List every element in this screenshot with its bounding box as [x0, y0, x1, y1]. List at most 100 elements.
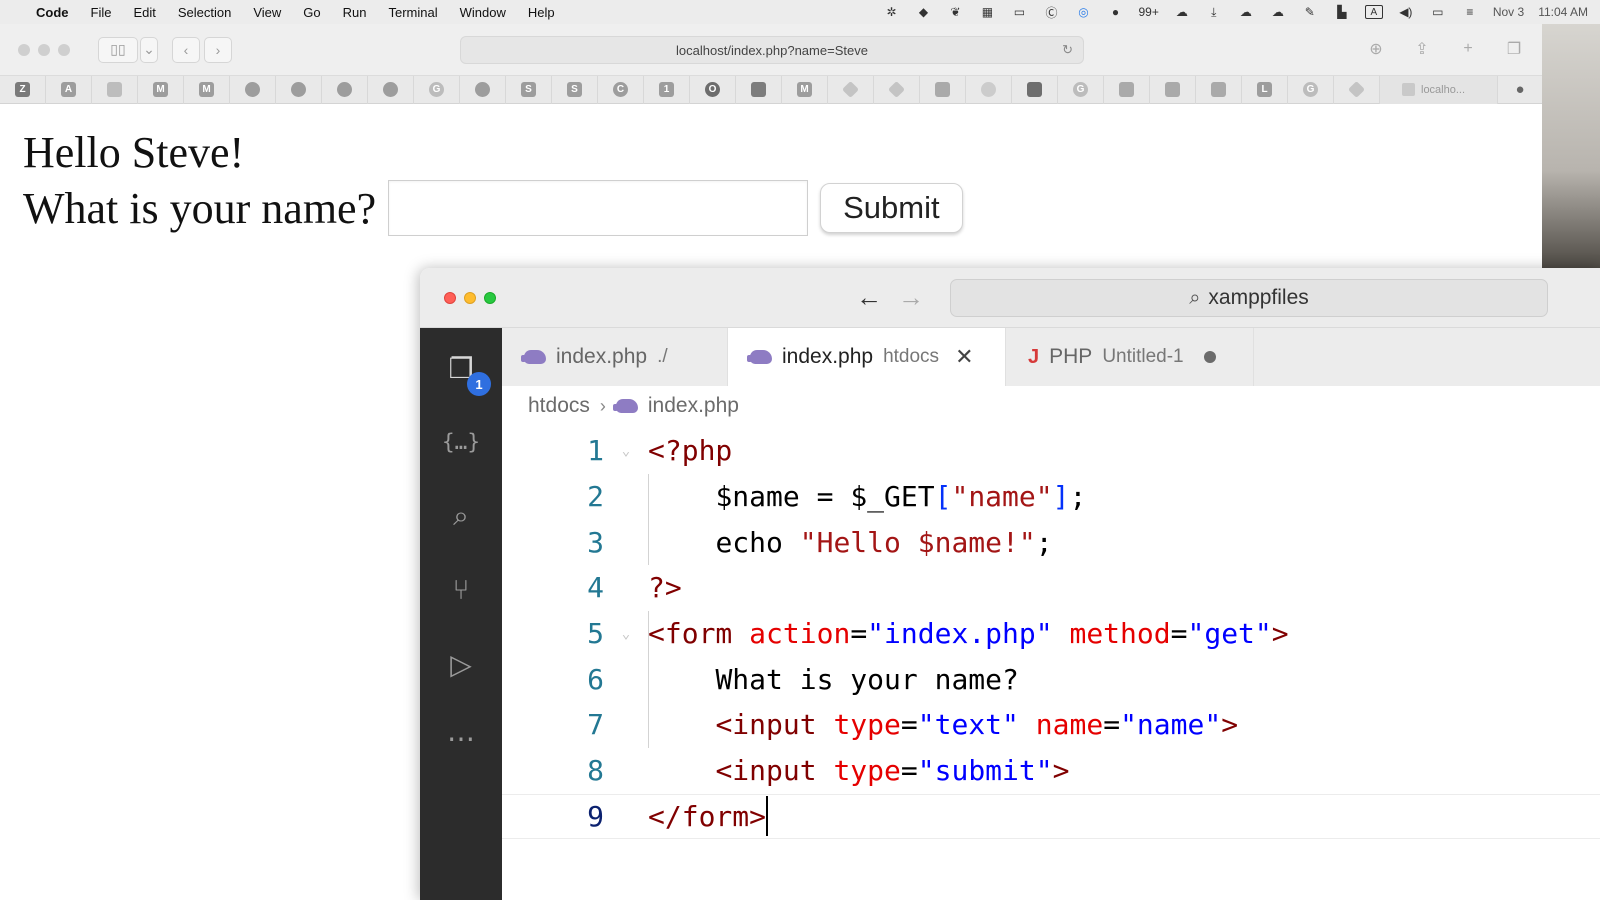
unsaved-dot-icon[interactable]: [1203, 351, 1216, 363]
menu-run[interactable]: Run: [343, 5, 367, 20]
favorite-item[interactable]: [828, 75, 874, 104]
grid-icon[interactable]: ▦: [978, 5, 996, 19]
cloud-x2-icon[interactable]: ☁: [1269, 5, 1287, 19]
github-icon[interactable]: ●: [1498, 81, 1542, 98]
close-icon[interactable]: ✕: [955, 344, 973, 370]
minimize-button[interactable]: [464, 292, 476, 304]
back-arrow-icon[interactable]: ←: [856, 282, 882, 313]
volume-icon[interactable]: ◀): [1397, 5, 1415, 19]
favorite-item[interactable]: [276, 75, 322, 104]
favorite-item[interactable]: M: [782, 75, 828, 104]
favorite-item[interactable]: [1196, 75, 1242, 104]
run-debug-icon[interactable]: ▷: [439, 642, 483, 686]
menu-help[interactable]: Help: [528, 5, 555, 20]
breadcrumb-folder[interactable]: htdocs: [528, 394, 590, 418]
evernote-icon[interactable]: ❦: [946, 5, 964, 19]
favorite-item[interactable]: C: [598, 75, 644, 104]
code-editor[interactable]: 1 ⌄ <?php 2 $name = $_GET["name"]; 3 ech…: [502, 428, 1600, 840]
favorite-item[interactable]: S: [506, 75, 552, 104]
favorite-item[interactable]: S: [552, 75, 598, 104]
chevron-down-icon[interactable]: ⌄: [140, 36, 158, 63]
favorite-item[interactable]: G: [414, 75, 460, 104]
more-icon[interactable]: ⋯: [439, 716, 483, 760]
cloud-icon[interactable]: ☁: [1173, 5, 1191, 19]
favorite-item[interactable]: G: [1058, 75, 1104, 104]
fold-chevron-icon[interactable]: ⌄: [604, 443, 648, 459]
favorite-item[interactable]: O: [690, 75, 736, 104]
favorite-item[interactable]: [1334, 75, 1380, 104]
reload-icon[interactable]: ↻: [1062, 42, 1073, 58]
keyboard-icon[interactable]: A: [1364, 5, 1383, 19]
favorite-item[interactable]: M: [184, 75, 230, 104]
share-icon[interactable]: ⇪: [1408, 36, 1436, 62]
code-line-current: 9 </form>: [502, 793, 1600, 840]
favorite-item[interactable]: A: [46, 75, 92, 104]
close-button[interactable]: [444, 292, 456, 304]
activity-icon[interactable]: ◎: [1074, 5, 1092, 19]
source-control-icon[interactable]: ⑂: [439, 568, 483, 612]
favorite-item[interactable]: [460, 75, 506, 104]
favorite-item[interactable]: [230, 75, 276, 104]
sidebar-toggle-icon[interactable]: ▯▯: [98, 36, 138, 63]
menu-edit[interactable]: Edit: [133, 5, 155, 20]
favorite-item[interactable]: [368, 75, 414, 104]
tab-overview-icon[interactable]: ❐: [1500, 36, 1528, 62]
tab-untitled[interactable]: J PHP Untitled-1: [1006, 328, 1254, 386]
menu-app-name[interactable]: Code: [36, 5, 69, 20]
dropbox-icon[interactable]: ◆: [914, 5, 932, 19]
favorite-item[interactable]: M: [138, 75, 184, 104]
zoom-button[interactable]: [484, 292, 496, 304]
c-icon[interactable]: Ⓒ: [1042, 5, 1060, 20]
forward-icon[interactable]: ›: [204, 36, 232, 63]
favorite-item[interactable]: [92, 75, 138, 104]
menu-view[interactable]: View: [253, 5, 281, 20]
favorite-item[interactable]: [920, 75, 966, 104]
name-input[interactable]: [388, 180, 809, 236]
breadcrumb-file[interactable]: index.php: [648, 394, 739, 418]
menu-go[interactable]: Go: [303, 5, 320, 20]
menu-window[interactable]: Window: [460, 5, 506, 20]
favorite-item[interactable]: G: [1288, 75, 1334, 104]
battery-icon[interactable]: ▭: [1429, 5, 1447, 19]
favorite-item[interactable]: 1: [644, 75, 690, 104]
favorite-item[interactable]: [322, 75, 368, 104]
forward-arrow-icon[interactable]: →: [898, 282, 924, 313]
open-tab[interactable]: localho...: [1380, 75, 1498, 104]
favorite-item[interactable]: [1104, 75, 1150, 104]
pen-icon[interactable]: ✎: [1301, 5, 1319, 19]
menu-file[interactable]: File: [91, 5, 112, 20]
cloud-x-icon[interactable]: ☁: [1237, 5, 1255, 19]
command-center-search[interactable]: ⌕ xamppfiles: [950, 279, 1548, 317]
favorite-item[interactable]: [1150, 75, 1196, 104]
control-center-icon[interactable]: ≡: [1461, 5, 1479, 19]
download-icon[interactable]: ⤓: [1205, 5, 1223, 19]
menu-selection[interactable]: Selection: [178, 5, 231, 20]
bug-icon[interactable]: ✲: [882, 5, 900, 19]
close-button[interactable]: [18, 43, 30, 56]
json-outline-icon[interactable]: {…}: [439, 420, 483, 464]
wechat-icon[interactable]: ●: [1106, 5, 1124, 19]
favorite-item[interactable]: [1012, 75, 1058, 104]
explorer-icon[interactable]: ❐ 1: [439, 346, 491, 396]
favorite-item[interactable]: [874, 75, 920, 104]
tab-index-root[interactable]: index.php ./: [502, 328, 728, 386]
favorite-item[interactable]: Z: [0, 75, 46, 104]
search-icon[interactable]: ⌕: [439, 494, 483, 538]
fold-chevron-icon[interactable]: ⌄: [604, 626, 648, 642]
new-tab-icon[interactable]: +: [1454, 36, 1482, 62]
clock-date[interactable]: Nov 3: [1493, 5, 1524, 19]
clock-time[interactable]: 11:04 AM: [1538, 5, 1588, 19]
menu-terminal[interactable]: Terminal: [389, 5, 438, 20]
zoom-button[interactable]: [58, 43, 70, 56]
window-icon[interactable]: ▭: [1010, 5, 1028, 19]
back-icon[interactable]: ‹: [172, 36, 200, 63]
minimize-button[interactable]: [38, 43, 50, 56]
tab-index-htdocs[interactable]: index.php htdocs ✕: [728, 328, 1006, 386]
downloads-icon[interactable]: ⊕: [1362, 36, 1390, 62]
address-bar[interactable]: localhost/index.php?name=Steve ↻: [460, 36, 1084, 64]
submit-button[interactable]: Submit: [820, 183, 963, 233]
favorite-item[interactable]: [966, 75, 1012, 104]
favorite-item[interactable]: [736, 75, 782, 104]
favorite-item[interactable]: L: [1242, 75, 1288, 104]
tray-icon[interactable]: ▙: [1333, 5, 1351, 19]
